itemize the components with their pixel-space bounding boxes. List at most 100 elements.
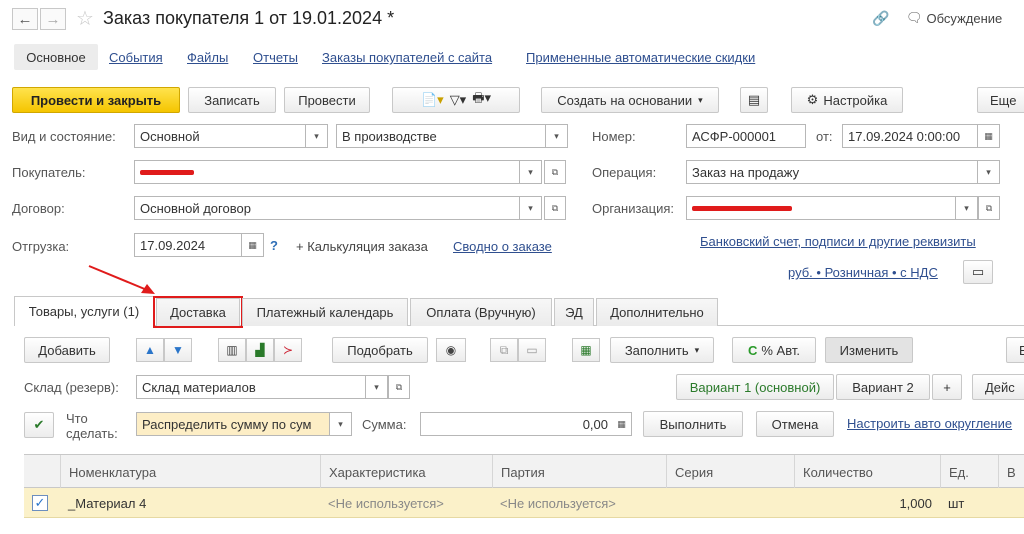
print-icon[interactable]: 🖶▾ <box>472 89 491 111</box>
date-field[interactable]: 17.09.2024 0:00:00 <box>842 124 978 148</box>
col-nomenclature[interactable]: Номенклатура <box>60 455 320 489</box>
col-characteristic[interactable]: Характеристика <box>320 455 492 489</box>
sum-field[interactable]: 0,00 <box>420 412 614 436</box>
organization-open-icon[interactable]: ⧉ <box>978 196 1000 220</box>
calculation-link[interactable]: + Калькуляция заказа <box>296 239 428 254</box>
back-button[interactable]: ← <box>12 8 38 30</box>
tab-goods[interactable]: Товары, услуги (1) <box>14 296 154 326</box>
state-field[interactable]: В производстве <box>336 124 546 148</box>
contract-open-icon[interactable]: ⧉ <box>544 196 566 220</box>
refresh-icon: C <box>748 342 758 358</box>
cell-quantity[interactable]: 1,000 <box>794 488 940 518</box>
operation-dropdown-icon[interactable]: ▾ <box>978 160 1000 184</box>
order-summary-link[interactable]: Сводно о заказе <box>453 239 552 254</box>
kind-field[interactable]: Основной <box>134 124 306 148</box>
checklist-icon[interactable]: ✔ <box>24 412 54 438</box>
section-tab-main[interactable]: Основное <box>14 44 98 70</box>
help-icon[interactable]: ? <box>270 238 278 253</box>
operation-field[interactable]: Заказ на продажу <box>686 160 978 184</box>
settings-button[interactable]: ⚙ Настройка <box>791 87 903 113</box>
warehouse-field[interactable]: Склад материалов <box>136 375 366 399</box>
tab-payment-calendar[interactable]: Платежный календарь <box>242 298 408 326</box>
section-tab-auto-discounts[interactable]: Примененные автоматические скидки <box>526 50 755 65</box>
execute-button[interactable]: Выполнить <box>643 411 743 437</box>
tab-additional[interactable]: Дополнительно <box>596 298 718 326</box>
variant1-button[interactable]: Вариант 1 (основной) <box>676 374 834 400</box>
create-based-on-button[interactable]: Создать на основании ▾ <box>541 87 719 113</box>
fill-button[interactable]: Заполнить ▾ <box>610 337 714 363</box>
cell-nomenclature[interactable]: _Материал 4 <box>60 488 320 518</box>
add-button[interactable]: Добавить <box>24 337 110 363</box>
forward-button[interactable]: → <box>40 8 66 30</box>
cell-batch[interactable]: <Не используется> <box>492 488 666 518</box>
number-field[interactable]: АСФР-000001 <box>686 124 806 148</box>
warehouse-open-icon[interactable]: ⧉ <box>388 375 410 399</box>
col-unit[interactable]: Ед. <box>940 455 998 489</box>
shipment-date-field[interactable]: 17.09.2024 <box>134 233 242 257</box>
table-row[interactable]: ✓ _Материал 4 <Не используется> <Не испо… <box>24 488 1024 518</box>
organization-dropdown-icon[interactable]: ▾ <box>956 196 978 220</box>
chevron-down-icon: ▾ <box>694 344 700 355</box>
section-tab-events[interactable]: События <box>109 50 163 65</box>
tab-payment-manual[interactable]: Оплата (Вручную) <box>410 298 552 326</box>
favorite-star-icon[interactable]: ☆ <box>76 6 94 31</box>
more-goods-button[interactable]: Е <box>1006 337 1024 363</box>
structure-icon[interactable]: ▤ <box>740 87 768 113</box>
cell-unit[interactable]: шт <box>940 488 998 518</box>
cancel-button[interactable]: Отмена <box>756 411 834 437</box>
table-fill-icon[interactable]: ▦ <box>572 338 600 362</box>
col-batch[interactable]: Партия <box>492 455 666 489</box>
link-icon[interactable]: 🔗 <box>872 10 889 27</box>
post-and-close-button[interactable]: Провести и закрыть <box>12 87 180 113</box>
calendar-icon[interactable]: ▦ <box>978 124 1000 148</box>
eye-icon[interactable]: ◉ <box>436 338 466 362</box>
post-button[interactable]: Провести <box>284 87 370 113</box>
card-icon[interactable]: ▭ <box>963 260 993 284</box>
todo-field[interactable]: Распределить сумму по сум <box>136 412 330 436</box>
section-tab-site-orders[interactable]: Заказы покупателей с сайта <box>322 50 492 65</box>
shipment-calendar-icon[interactable]: ▦ <box>242 233 264 257</box>
todo-dropdown-icon[interactable]: ▾ <box>330 412 352 436</box>
filter-icon[interactable]: ▽▾ <box>450 92 467 108</box>
discussion-button[interactable]: 🗨 Обсуждение <box>906 10 1002 26</box>
more-button[interactable]: Еще <box>977 87 1024 113</box>
price-type-link[interactable]: руб. • Розничная • с НДС <box>788 265 938 280</box>
calculator-icon[interactable]: ▦ <box>612 412 632 436</box>
save-button[interactable]: Записать <box>188 87 276 113</box>
customer-open-icon[interactable]: ⧉ <box>544 160 566 184</box>
change-button[interactable]: Изменить <box>825 337 913 363</box>
add-variant-button[interactable]: + <box>932 374 962 400</box>
cell-series[interactable] <box>666 488 794 518</box>
pick-button[interactable]: Подобрать <box>332 337 428 363</box>
auto-percent-button[interactable]: C % Авт. <box>732 337 816 363</box>
data-collection-icon[interactable]: ▟ <box>246 338 274 362</box>
move-up-icon[interactable]: ▲ <box>136 338 164 362</box>
customer-dropdown-icon[interactable]: ▾ <box>520 160 542 184</box>
col-quantity[interactable]: Количество <box>794 455 940 489</box>
split-line-icon[interactable]: ≻ <box>274 338 302 362</box>
print-form-icon[interactable]: 📄▾ <box>421 92 444 108</box>
tab-edi[interactable]: ЭД <box>554 298 594 326</box>
state-dropdown-icon[interactable]: ▾ <box>546 124 568 148</box>
bank-details-link[interactable]: Банковский счет, подписи и другие реквиз… <box>700 234 976 249</box>
move-down-icon[interactable]: ▼ <box>164 338 192 362</box>
organization-field[interactable] <box>686 196 956 220</box>
cell-characteristic[interactable]: <Не используется> <box>320 488 492 518</box>
col-series[interactable]: Серия <box>666 455 794 489</box>
customer-field[interactable] <box>134 160 520 184</box>
actions-button[interactable]: Дейс <box>972 374 1024 400</box>
section-tab-reports[interactable]: Отчеты <box>253 50 298 65</box>
contract-field[interactable]: Основной договор <box>134 196 520 220</box>
kind-dropdown-icon[interactable]: ▾ <box>306 124 328 148</box>
copy-icon[interactable]: ⧉ <box>490 338 518 362</box>
section-tab-files[interactable]: Файлы <box>187 50 228 65</box>
row-checkbox[interactable]: ✓ <box>28 488 54 518</box>
barcode-icon[interactable]: ▥ <box>218 338 246 362</box>
settings-label: Настройка <box>823 92 888 108</box>
col-more[interactable]: В <box>998 455 1024 489</box>
contract-dropdown-icon[interactable]: ▾ <box>520 196 542 220</box>
paste-icon[interactable]: ▭ <box>518 338 546 362</box>
rounding-settings-link[interactable]: Настроить авто округление <box>847 416 1012 431</box>
warehouse-dropdown-icon[interactable]: ▾ <box>366 375 388 399</box>
variant2-button[interactable]: Вариант 2 <box>836 374 930 400</box>
